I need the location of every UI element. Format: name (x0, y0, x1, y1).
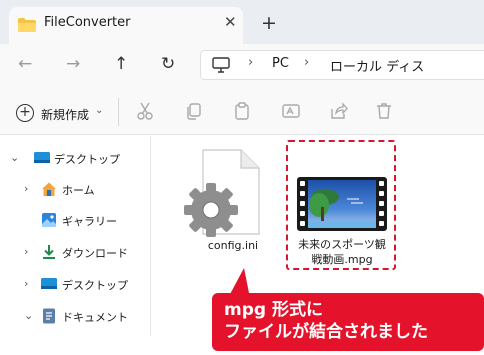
chevron-right-icon[interactable]: › (24, 245, 28, 258)
cut-icon[interactable] (135, 101, 155, 121)
chevron-right-icon[interactable]: › (24, 182, 28, 195)
file-name-line-1: 未来のスポーツ観 (298, 238, 386, 251)
rename-icon[interactable] (281, 101, 301, 121)
new-plus-icon[interactable]: + (16, 104, 34, 122)
chevron-down-icon[interactable]: ⌄ (95, 105, 103, 116)
tab-title: FileConverter (44, 15, 131, 30)
delete-icon[interactable] (374, 101, 394, 121)
forward-icon[interactable]: → (66, 54, 80, 74)
breadcrumb-chevron-icon: › (304, 55, 310, 70)
file-item-config[interactable]: config.ini (183, 148, 263, 258)
breadcrumb-chevron-icon: › (248, 55, 254, 70)
settings-file-icon (184, 149, 260, 237)
video-file-icon (297, 177, 387, 231)
download-icon (43, 245, 55, 259)
sidebar-item-label: ドキュメント (62, 311, 128, 324)
chevron-down-icon[interactable]: ⌄ (24, 309, 33, 322)
monitor-icon (212, 57, 230, 73)
close-tab-icon[interactable]: ✕ (224, 13, 237, 31)
file-name: config.ini (207, 239, 259, 252)
back-icon[interactable]: ← (18, 54, 32, 74)
new-button-label[interactable]: 新規作成 (41, 106, 89, 123)
copy-icon[interactable] (184, 101, 204, 121)
sidebar-item-label: デスクトップ (62, 279, 128, 292)
desktop-icon (41, 278, 57, 289)
chevron-right-icon[interactable]: › (24, 277, 28, 290)
callout-line-1: mpg 形式に (224, 300, 323, 320)
desktop-icon (34, 152, 50, 163)
sidebar-item-label: ギャラリー (62, 215, 117, 228)
sidebar-item-label: ホーム (62, 184, 95, 197)
sidebar-item-label: ダウンロード (62, 247, 128, 260)
new-tab-button[interactable]: + (261, 12, 277, 34)
folder-icon (18, 18, 36, 32)
breadcrumb-local-disk[interactable]: ローカル ディス (330, 56, 424, 75)
callout-text: mpg 形式に ファイルが結合されました (224, 299, 428, 343)
up-icon[interactable]: ↑ (114, 54, 128, 74)
callout-line-2: ファイルが結合されました (224, 322, 428, 342)
home-icon (42, 182, 56, 196)
gallery-icon (42, 213, 56, 227)
sidebar-divider (150, 136, 151, 336)
file-name-line-2: 戦動画.mpg (311, 253, 373, 266)
sidebar-item-label: デスクトップ (54, 153, 120, 166)
share-icon[interactable] (329, 101, 349, 121)
toolbar-divider (118, 98, 119, 126)
breadcrumb-pc[interactable]: PC (272, 56, 289, 71)
document-icon (43, 308, 55, 324)
chevron-down-icon[interactable]: ⌄ (10, 151, 19, 164)
refresh-icon[interactable]: ↻ (161, 54, 175, 74)
paste-icon[interactable] (232, 101, 252, 121)
